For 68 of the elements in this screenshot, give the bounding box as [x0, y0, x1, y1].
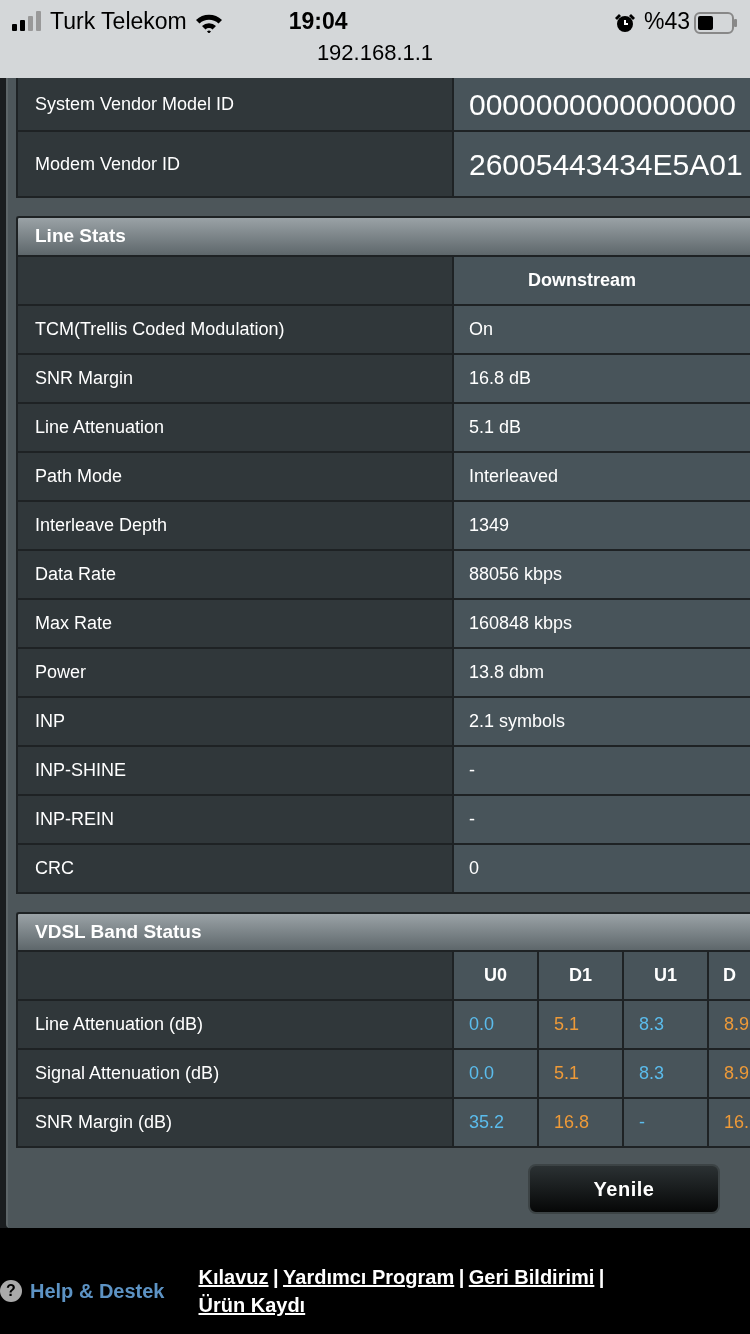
refresh-button[interactable]: Yenile: [528, 1164, 720, 1214]
battery-percent: %43: [643, 6, 690, 36]
table-cell: 2.1 symbols: [454, 697, 750, 745]
table-cell: On: [454, 305, 750, 353]
table-cell: 1349: [454, 501, 750, 549]
cell-value: 8.9: [724, 1013, 750, 1036]
cell-value: 8.9: [724, 1062, 750, 1085]
row-label: CRC: [35, 856, 74, 880]
table-cell: 160848 kbps: [454, 599, 750, 647]
cell-value: 8.3: [639, 1013, 665, 1036]
row-label: Max Rate: [35, 611, 113, 635]
signal-icon: [12, 11, 42, 31]
row-label: Data Rate: [35, 562, 117, 586]
cell-value: 16.: [724, 1111, 750, 1134]
cell-value: 0.0: [469, 1013, 495, 1036]
row-label: Path Mode: [35, 464, 123, 488]
cell-value: -: [639, 1111, 645, 1134]
separator: |: [273, 1266, 279, 1288]
clock-time: 19:04: [288, 6, 348, 36]
table-cell: -: [454, 795, 750, 843]
row-label: Line Attenuation (dB): [35, 1013, 204, 1036]
separator: |: [598, 1266, 605, 1288]
table-cell: -: [454, 746, 750, 794]
cell-value: 35.2: [469, 1111, 505, 1134]
row-label: TCM(Trellis Coded Modulation): [35, 317, 285, 341]
footer-link[interactable]: Ürün Kaydı: [198, 1294, 306, 1316]
column-header: D1: [539, 952, 624, 999]
column-header: D: [709, 952, 750, 999]
help-link[interactable]: Help & Destek: [30, 1276, 165, 1306]
footer-link[interactable]: Kılavuz: [198, 1266, 269, 1288]
row-label: Power: [35, 660, 87, 684]
row-label: Signal Attenuation (dB): [35, 1062, 220, 1085]
carrier-name: Turk Telekom: [50, 6, 187, 36]
url-text: 192.168.1.1: [316, 40, 434, 65]
cell-value: 5.1: [554, 1013, 580, 1036]
section-header: Line Stats: [16, 216, 750, 257]
section-header: VDSL Band Status: [16, 911, 750, 952]
row-label: INP: [35, 709, 65, 733]
row-value: 0000000000000000: [469, 86, 736, 123]
row-label: Modem Vendor ID: [35, 152, 181, 176]
row-label: System Vendor Model ID: [35, 92, 235, 116]
cell-value: 5.1: [554, 1062, 580, 1085]
row-label: Interleave Depth: [35, 513, 168, 537]
table-cell: 13.8 dbm: [454, 648, 750, 696]
column-header: U1: [624, 952, 709, 999]
table-cell: 0: [454, 844, 750, 892]
row-label: INP-REIN: [35, 807, 114, 831]
table-cell: 5.1 dB: [454, 403, 750, 451]
cell-value: 8.3: [639, 1062, 665, 1085]
separator: |: [458, 1266, 465, 1288]
alarm-clock-icon: [613, 11, 636, 34]
row-label: SNR Margin: [35, 366, 134, 390]
footer-link[interactable]: Geri Bildirimi: [468, 1266, 595, 1288]
column-header: U0: [454, 952, 539, 999]
row-label: Line Attenuation: [35, 415, 165, 439]
table-cell: 88056 kbps: [454, 550, 750, 598]
row-label: INP-SHINE: [35, 758, 126, 782]
footer-link[interactable]: Yardımcı Program: [283, 1266, 455, 1288]
cell-value: 0.0: [469, 1062, 495, 1085]
column-header: Downstream: [454, 256, 750, 304]
battery-icon: [694, 11, 738, 34]
table-cell: Interleaved: [454, 452, 750, 500]
wifi-icon: [194, 12, 223, 33]
row-value: 26005443434E5A01: [469, 146, 743, 183]
help-icon: ?: [0, 1280, 22, 1302]
row-label: SNR Margin (dB): [35, 1111, 173, 1134]
table-cell: 16.8 dB: [454, 354, 750, 402]
cell-value: 16.8: [554, 1111, 590, 1134]
